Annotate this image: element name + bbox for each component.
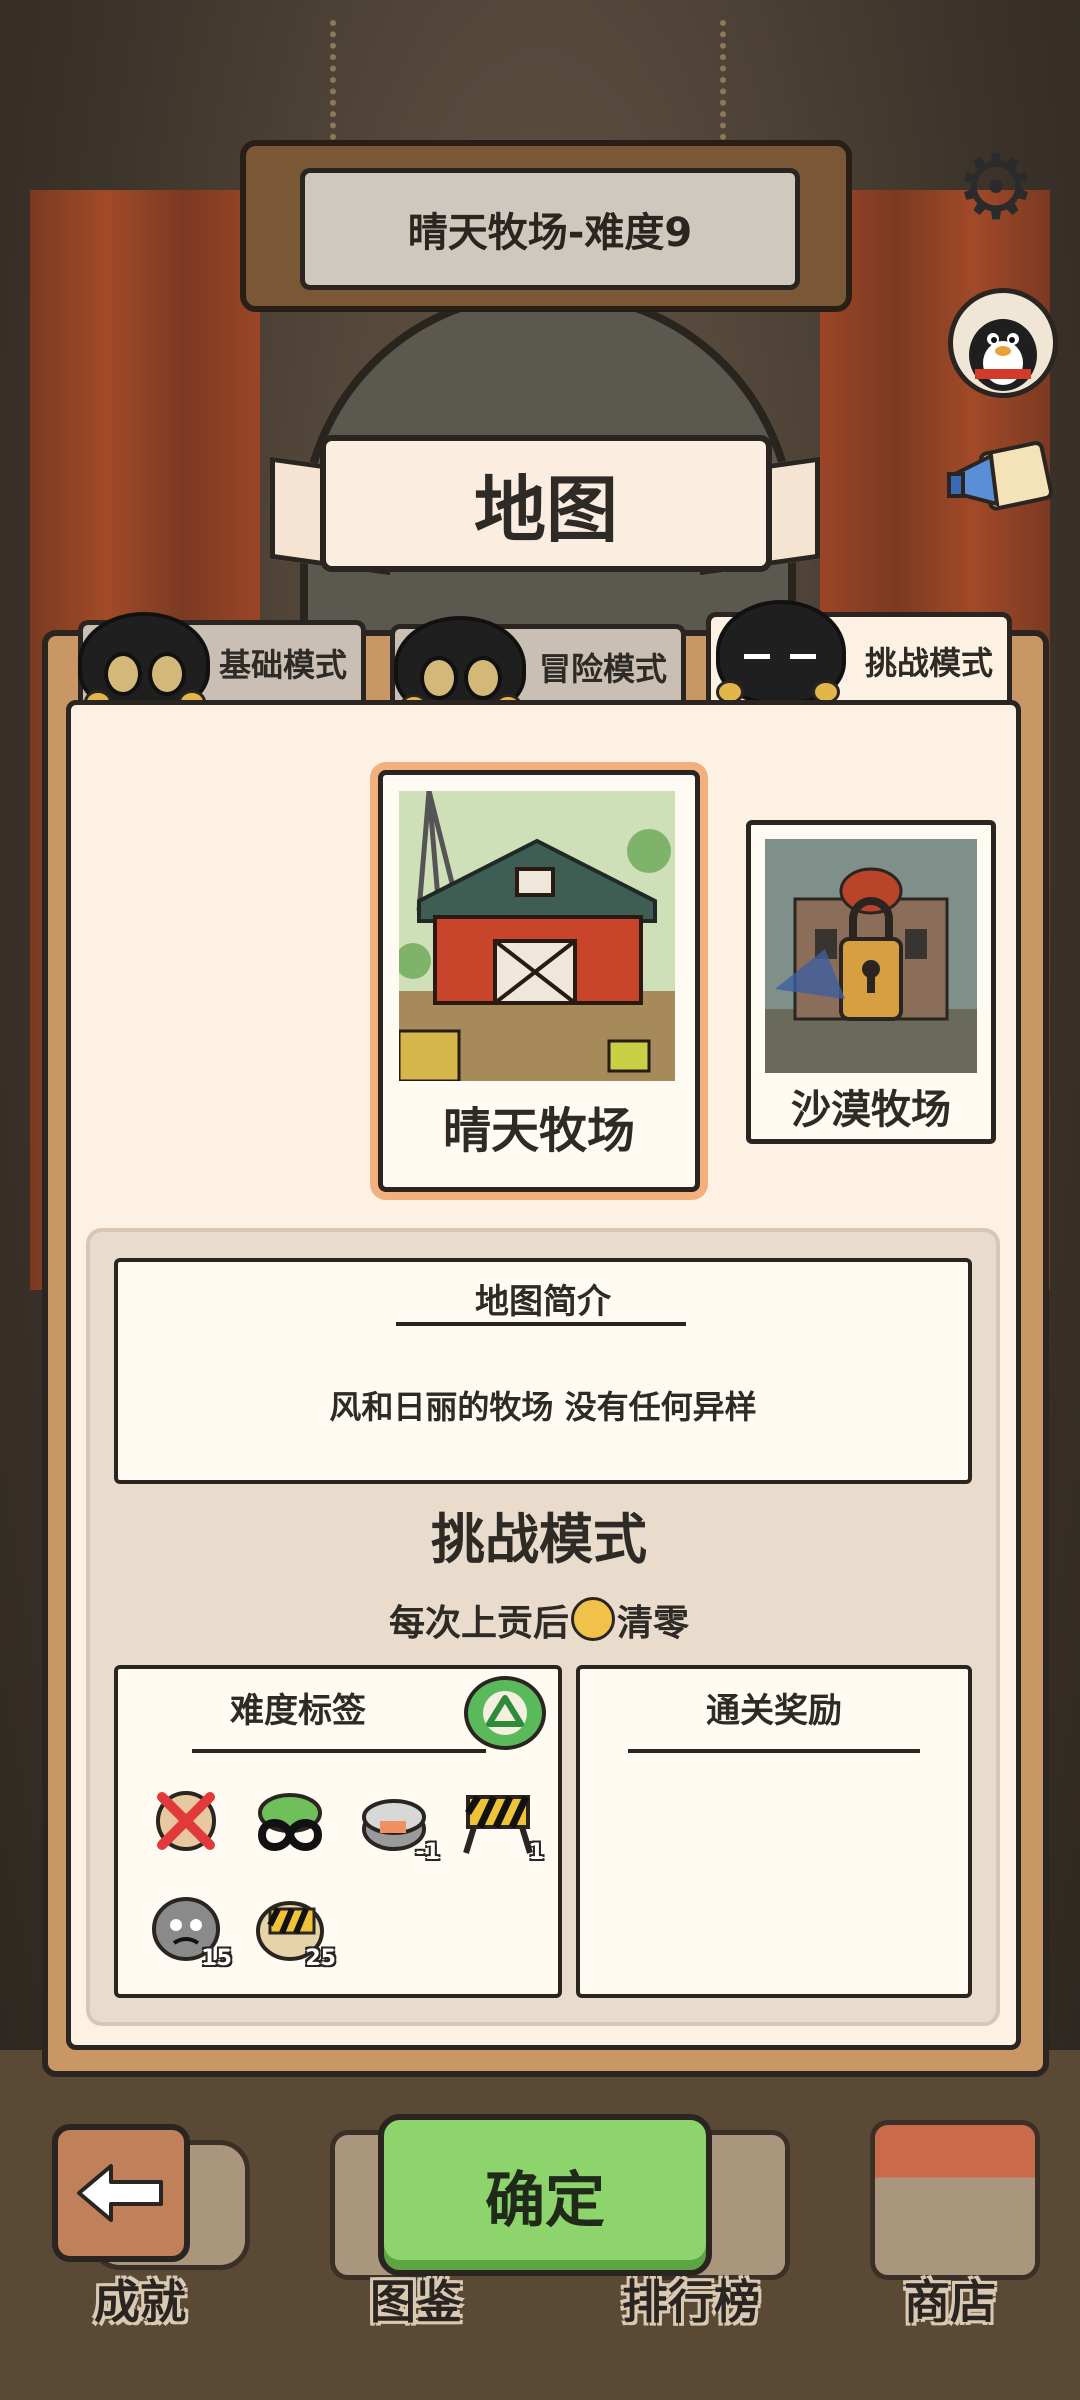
- mode-subtitle-before: 每次上贡后: [388, 1603, 569, 1644]
- back-button[interactable]: [52, 2124, 190, 2262]
- paw-coin-icon: [571, 1597, 615, 1641]
- mode-title: 挑战模式: [431, 1508, 647, 1571]
- can-icon[interactable]: -1: [356, 1783, 440, 1865]
- map-card-locked[interactable]: 沙漠牧场: [746, 820, 996, 1144]
- reward-title: 通关奖励: [706, 1691, 842, 1731]
- settings-gear-icon[interactable]: ⚙: [948, 140, 1044, 236]
- infinity-icon[interactable]: [252, 1783, 328, 1859]
- triangle-up-icon: [483, 1691, 527, 1735]
- penguin-avatar-icon[interactable]: [948, 288, 1058, 398]
- mode-subtitle-after: 清零: [617, 1603, 690, 1644]
- chain-right: [720, 20, 744, 140]
- megaphone-icon[interactable]: [945, 430, 1055, 530]
- level-title: 晴天牧场-难度9: [300, 168, 800, 290]
- back-arrow-icon: [77, 2164, 163, 2222]
- tab-label: 挑战模式: [864, 643, 993, 682]
- intro-title: 地图简介: [475, 1282, 611, 1322]
- sunny-ranch-picture: [399, 791, 675, 1081]
- map-card-name: 沙漠牧场: [791, 1087, 951, 1133]
- tag-value: 15: [201, 1946, 232, 1971]
- nav-shop[interactable]: 商店: [880, 2266, 1020, 2332]
- confirm-button[interactable]: 确定: [378, 2114, 712, 2276]
- difficulty-title: 难度标签: [230, 1691, 366, 1731]
- divider: [628, 1749, 920, 1753]
- chain-left: [330, 20, 354, 140]
- mode-subtitle: 每次上贡后 清零: [86, 1594, 992, 1646]
- divider: [192, 1749, 486, 1753]
- tag-value: 1: [528, 1840, 544, 1865]
- map-intro-box: 地图简介 风和日丽的牧场 没有任何异样: [114, 1258, 972, 1484]
- map-card-name: 晴天牧场: [442, 1103, 635, 1159]
- map-banner-title: 地图: [320, 435, 772, 572]
- rock-face-icon[interactable]: 15: [148, 1889, 232, 1971]
- tab-label: 基础模式: [218, 645, 347, 684]
- barrier-icon[interactable]: 1: [460, 1783, 544, 1865]
- collapse-up-button[interactable]: [464, 1676, 546, 1750]
- nav-achievements[interactable]: 成就: [70, 2266, 210, 2332]
- intro-text: 风和日丽的牧场 没有任何异样: [329, 1388, 757, 1426]
- tag-value: -1: [415, 1840, 440, 1865]
- tag-value: 25: [305, 1946, 336, 1971]
- divider: [396, 1322, 686, 1326]
- tab-label: 冒险模式: [538, 649, 667, 688]
- shop-icon: [870, 2120, 1040, 2280]
- map-card-selected[interactable]: 晴天牧场: [378, 770, 700, 1192]
- barrier-bag-icon[interactable]: 25: [252, 1889, 336, 1971]
- no-cross-icon[interactable]: [148, 1783, 224, 1859]
- clear-reward-box: 通关奖励: [576, 1665, 972, 1998]
- desert-ranch-picture: [765, 839, 977, 1073]
